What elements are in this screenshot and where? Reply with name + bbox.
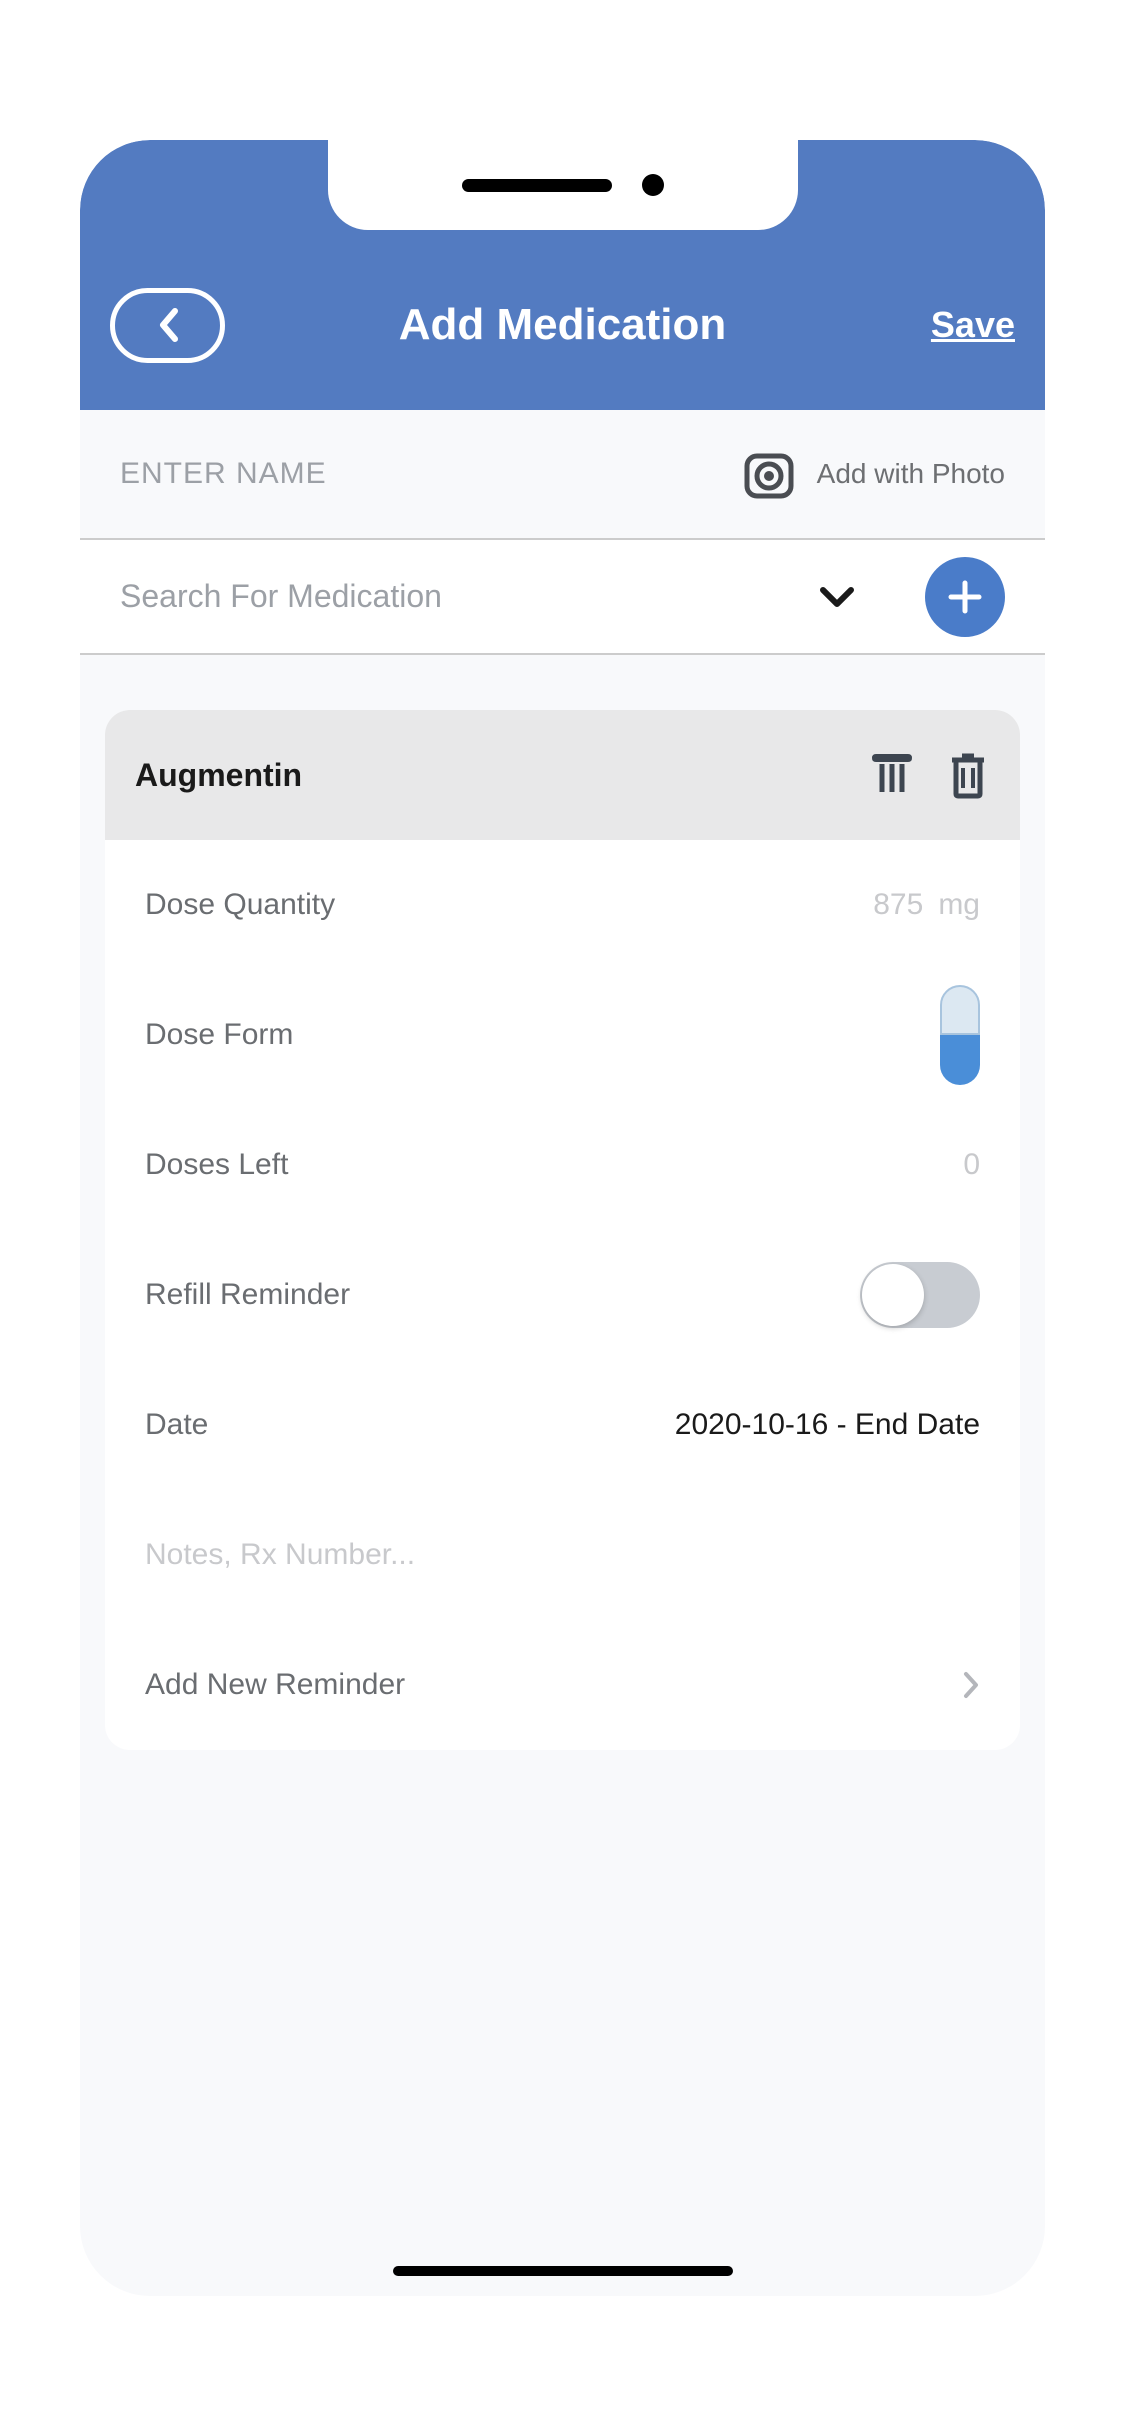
plus-icon bbox=[945, 577, 985, 617]
page-title: Add Medication bbox=[399, 300, 727, 350]
add-medication-button[interactable] bbox=[925, 557, 1005, 637]
doses-left-row[interactable]: Doses Left 0 bbox=[105, 1100, 1020, 1230]
refill-reminder-row: Refill Reminder bbox=[105, 1230, 1020, 1360]
date-row[interactable]: Date 2020-10-16 - End Date bbox=[105, 1360, 1020, 1490]
notes-row[interactable]: Notes, Rx Number... bbox=[105, 1490, 1020, 1620]
medication-card: Augmentin Dose Quantity 875 mg bbox=[105, 710, 1020, 1750]
refill-reminder-label: Refill Reminder bbox=[145, 1278, 350, 1312]
date-label: Date bbox=[145, 1408, 208, 1442]
dose-quantity-label: Dose Quantity bbox=[145, 888, 335, 922]
doses-left-label: Doses Left bbox=[145, 1148, 288, 1182]
chevron-down-icon[interactable] bbox=[819, 586, 855, 608]
device-frame: Add Medication Save ENTER NAME Add with … bbox=[80, 140, 1045, 2296]
dose-form-label: Dose Form bbox=[145, 1018, 293, 1052]
search-row: Search For Medication bbox=[80, 540, 1045, 655]
chevron-left-icon bbox=[157, 307, 179, 343]
notch-cutout bbox=[328, 140, 798, 230]
camera-icon bbox=[741, 446, 797, 502]
add-reminder-label: Add New Reminder bbox=[145, 1668, 405, 1702]
toggle-knob bbox=[862, 1264, 924, 1326]
medication-name: Augmentin bbox=[135, 757, 302, 794]
speaker-slot bbox=[462, 179, 612, 192]
dose-form-row[interactable]: Dose Form bbox=[105, 970, 1020, 1100]
chevron-right-icon bbox=[962, 1670, 980, 1700]
medication-card-header: Augmentin bbox=[105, 710, 1020, 840]
date-value: 2020-10-16 - End Date bbox=[675, 1408, 980, 1442]
column-icon[interactable] bbox=[868, 750, 916, 798]
dose-value-number: 875 bbox=[873, 888, 923, 922]
notch-bar bbox=[328, 140, 798, 230]
medication-actions bbox=[868, 750, 990, 800]
dose-value-unit: mg bbox=[938, 888, 980, 922]
capsule-icon bbox=[940, 985, 980, 1085]
refill-reminder-toggle[interactable] bbox=[860, 1262, 980, 1328]
name-input[interactable]: ENTER NAME bbox=[120, 457, 327, 491]
add-with-photo-label: Add with Photo bbox=[817, 458, 1005, 490]
notes-input: Notes, Rx Number... bbox=[145, 1538, 415, 1572]
add-with-photo-button[interactable]: Add with Photo bbox=[741, 446, 1005, 502]
add-reminder-row[interactable]: Add New Reminder bbox=[105, 1620, 1020, 1750]
dose-quantity-value: 875 mg bbox=[873, 888, 980, 922]
app-header: Add Medication Save bbox=[80, 140, 1045, 410]
camera-dot bbox=[642, 174, 664, 196]
search-medication-input[interactable]: Search For Medication bbox=[120, 578, 799, 615]
trash-icon[interactable] bbox=[946, 750, 990, 800]
home-indicator[interactable] bbox=[393, 2266, 733, 2276]
name-input-row: ENTER NAME Add with Photo bbox=[80, 410, 1045, 540]
doses-left-value: 0 bbox=[963, 1148, 980, 1182]
back-button[interactable] bbox=[110, 288, 225, 363]
save-button[interactable]: Save bbox=[931, 304, 1015, 346]
dose-quantity-row[interactable]: Dose Quantity 875 mg bbox=[105, 840, 1020, 970]
